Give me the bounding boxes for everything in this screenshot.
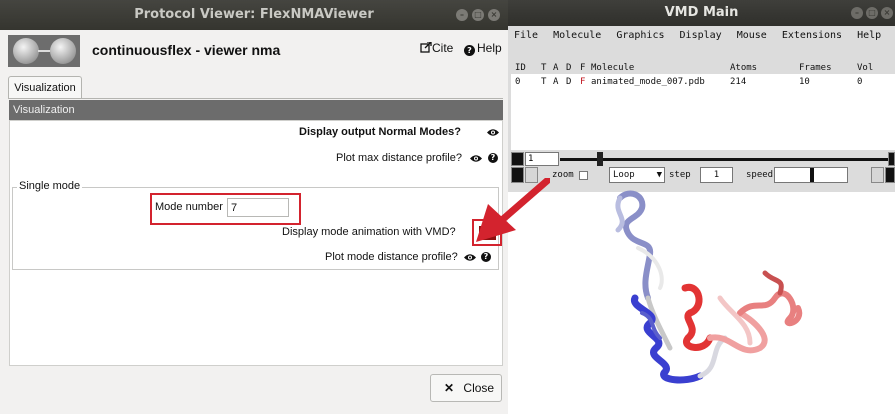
col-t: T bbox=[541, 63, 547, 73]
menu-display[interactable]: Display bbox=[680, 30, 722, 41]
menu-graphics[interactable]: Graphics bbox=[616, 30, 664, 41]
goto-start-icon[interactable] bbox=[511, 152, 524, 166]
app-logo bbox=[8, 35, 80, 67]
help-icon: ? bbox=[464, 45, 475, 56]
cell-molecule: animated_mode_007.pdb bbox=[591, 77, 705, 87]
loop-select[interactable]: Loop ▼ bbox=[609, 167, 665, 183]
cell-a[interactable]: A bbox=[553, 77, 558, 87]
minimize-icon[interactable]: – bbox=[851, 7, 863, 19]
eye-icon[interactable] bbox=[470, 154, 482, 163]
chevron-down-icon: ▼ bbox=[656, 170, 662, 180]
col-frames: Frames bbox=[799, 63, 832, 73]
protein-structure-image bbox=[615, 190, 803, 384]
step-input[interactable]: 1 bbox=[700, 167, 733, 183]
maximize-icon[interactable]: □ bbox=[472, 9, 484, 21]
menu-extensions[interactable]: Extensions bbox=[782, 30, 842, 41]
goto-end-icon[interactable] bbox=[888, 152, 895, 166]
close-window-icon[interactable]: × bbox=[488, 9, 500, 21]
cell-vol: 0 bbox=[857, 77, 863, 87]
frame-slider-track[interactable] bbox=[560, 158, 888, 161]
close-window-icon[interactable]: × bbox=[881, 7, 893, 19]
cell-d[interactable]: D bbox=[566, 77, 571, 87]
col-f: F bbox=[580, 63, 586, 73]
tab-divider bbox=[8, 98, 503, 99]
close-button[interactable]: ✕ Close bbox=[430, 374, 502, 402]
help-label: Help bbox=[477, 41, 502, 55]
molecule-list-header: ID T A D F Molecule Atoms Frames Vol bbox=[511, 60, 895, 74]
col-a: A bbox=[553, 63, 559, 73]
app-name: continuousflex - viewer nma bbox=[92, 42, 281, 58]
loop-value: Loop bbox=[613, 170, 635, 180]
eye-icon[interactable] bbox=[487, 128, 499, 137]
zoom-label: zoom bbox=[552, 170, 574, 180]
cite-button[interactable]: Cite bbox=[420, 41, 453, 55]
section-title: Visualization bbox=[9, 100, 503, 120]
single-mode-group-title: Single mode bbox=[17, 180, 83, 192]
minimize-icon[interactable]: – bbox=[456, 9, 468, 21]
molecule-list[interactable]: 0 T A D F animated_mode_007.pdb 214 10 0 bbox=[511, 74, 895, 150]
tab-visualization[interactable]: Visualization bbox=[8, 76, 82, 99]
menu-molecule[interactable]: Molecule bbox=[553, 30, 601, 41]
cell-atoms: 214 bbox=[730, 77, 747, 87]
menu-help[interactable]: Help bbox=[857, 30, 881, 41]
eye-icon[interactable] bbox=[464, 253, 476, 262]
menu-file[interactable]: File bbox=[514, 30, 538, 41]
step-forward-icon[interactable] bbox=[871, 167, 884, 183]
cell-id: 0 bbox=[515, 77, 521, 87]
step-label: step bbox=[669, 170, 691, 180]
protocol-viewer-title: Protocol Viewer: FlexNMAViewer bbox=[134, 7, 374, 22]
display-animation-label: Display mode animation with VMD? bbox=[282, 226, 456, 238]
help-button[interactable]: ? Help bbox=[464, 41, 502, 56]
vmd-menubar: File Molecule Graphics Display Mouse Ext… bbox=[514, 30, 890, 46]
cell-t[interactable]: T bbox=[541, 77, 546, 87]
frame-slider-handle[interactable] bbox=[597, 152, 603, 166]
menu-mouse[interactable]: Mouse bbox=[737, 30, 767, 41]
play-forward-icon[interactable] bbox=[885, 167, 895, 183]
col-molecule: Molecule bbox=[591, 63, 635, 73]
cite-label: Cite bbox=[432, 41, 454, 55]
vmd-title: VMD Main bbox=[664, 5, 739, 20]
help-icon[interactable]: ? bbox=[488, 153, 498, 163]
col-vol: Vol bbox=[857, 63, 874, 73]
cell-frames: 10 bbox=[799, 77, 810, 87]
zoom-checkbox[interactable] bbox=[579, 171, 588, 180]
red-arrow-annotation bbox=[476, 178, 550, 242]
external-link-icon bbox=[420, 41, 432, 53]
playback-controls: zoom Loop ▼ step 1 speed bbox=[511, 167, 895, 185]
help-icon[interactable]: ? bbox=[481, 252, 491, 262]
close-icon: ✕ bbox=[444, 381, 455, 395]
cell-f[interactable]: F bbox=[580, 77, 585, 87]
frame-input[interactable]: 1 bbox=[525, 152, 559, 166]
plot-mode-distance-label: Plot mode distance profile? bbox=[325, 251, 458, 263]
close-label: Close bbox=[463, 381, 495, 395]
col-d: D bbox=[566, 63, 572, 73]
frame-controls: 1 bbox=[511, 152, 895, 166]
speed-label: speed bbox=[746, 170, 774, 180]
display-modes-label: Display output Normal Modes? bbox=[299, 126, 461, 138]
maximize-icon[interactable]: □ bbox=[866, 7, 878, 19]
speed-slider-handle[interactable] bbox=[810, 168, 814, 182]
col-atoms: Atoms bbox=[730, 63, 758, 73]
plot-max-distance-label: Plot max distance profile? bbox=[336, 152, 462, 164]
col-id: ID bbox=[515, 63, 526, 73]
mode-number-highlight bbox=[150, 193, 301, 225]
